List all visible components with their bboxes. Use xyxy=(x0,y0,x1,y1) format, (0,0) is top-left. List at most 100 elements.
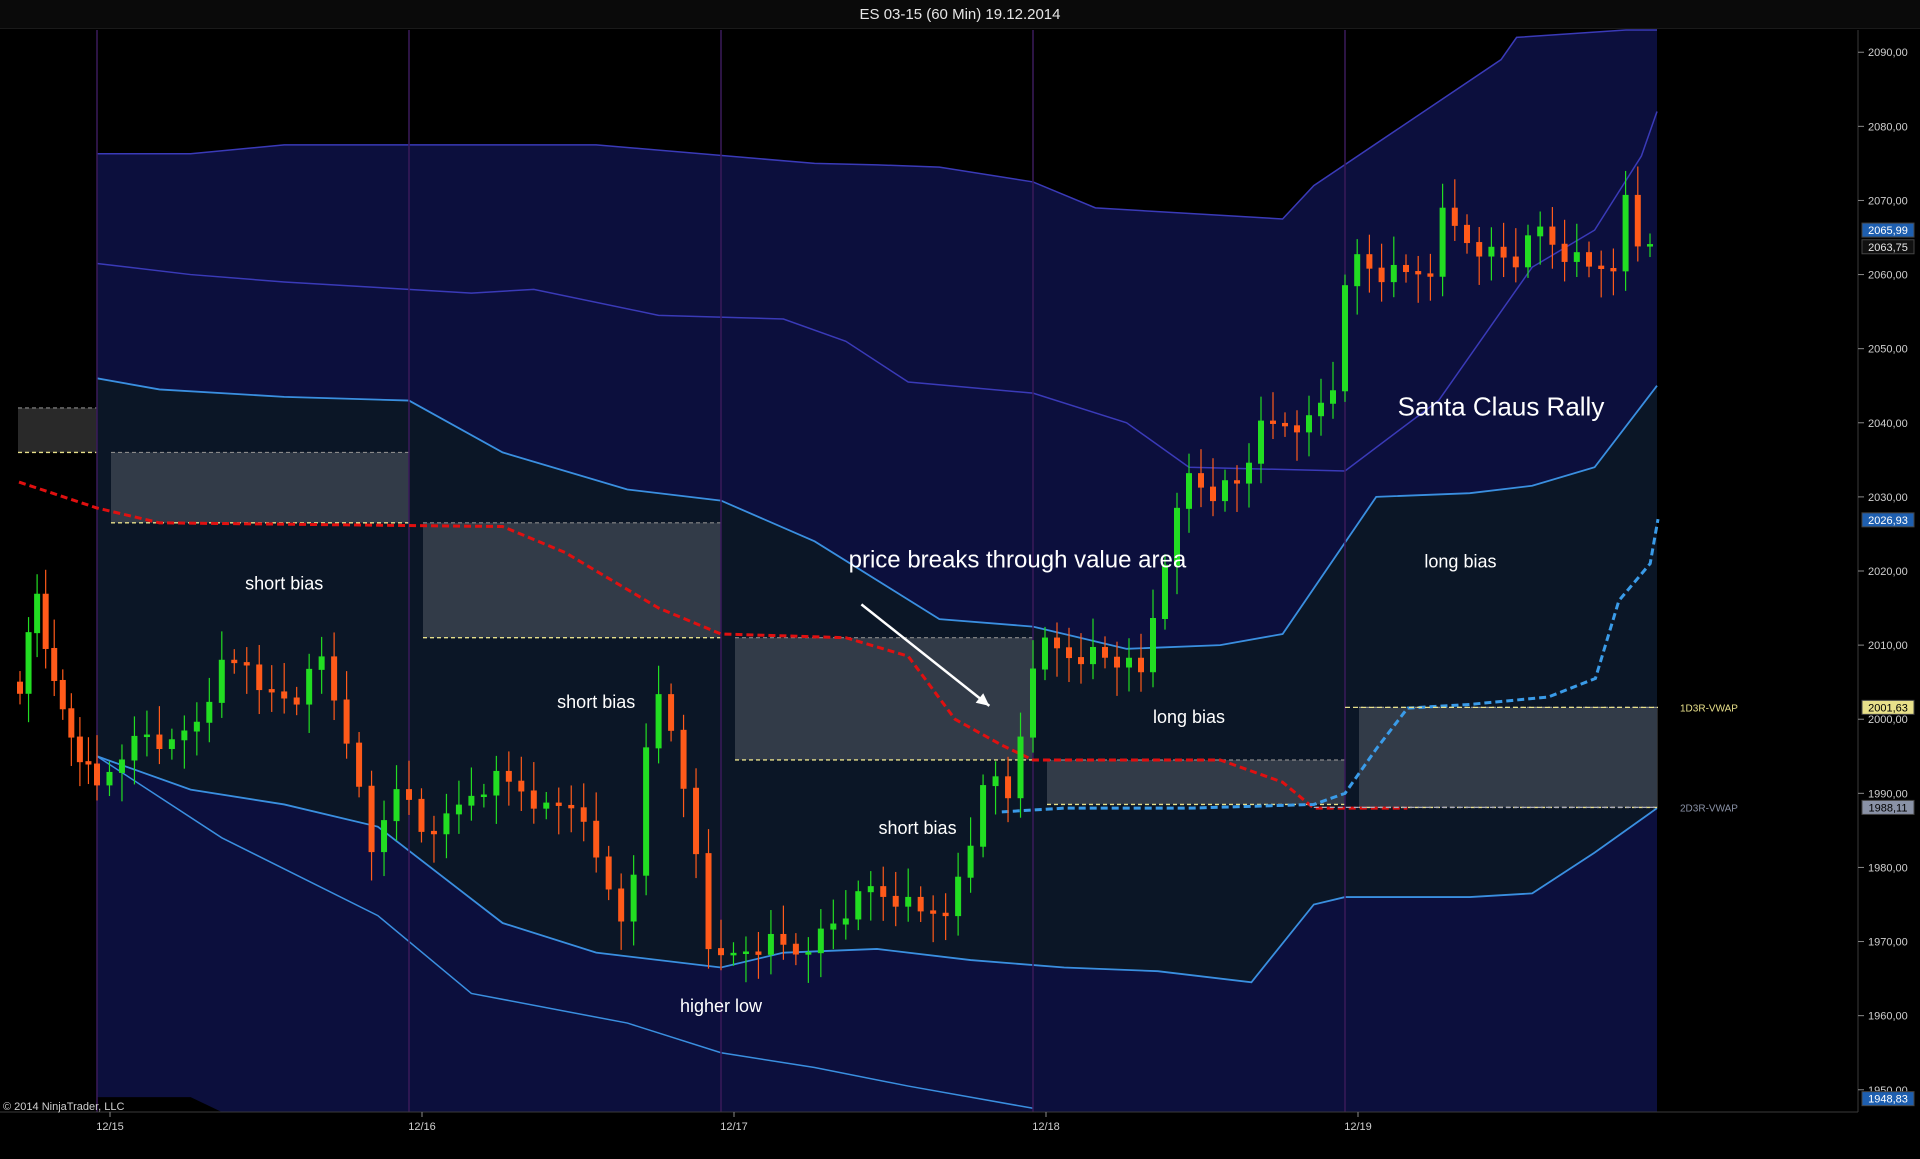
candle-body xyxy=(1066,647,1072,659)
price-tick-label: 1960,00 xyxy=(1868,1011,1908,1023)
price-marker-label: 1988,11 xyxy=(1869,802,1908,814)
down-candle[interactable] xyxy=(85,737,92,785)
down-candle[interactable] xyxy=(68,693,75,766)
down-candle[interactable] xyxy=(42,569,49,669)
candle-body xyxy=(680,729,687,789)
chart-annotation: long bias xyxy=(1153,707,1225,727)
price-chart[interactable]: short bias short bias short bias higher low… xyxy=(0,0,1920,1159)
candle-body xyxy=(106,771,113,786)
price-axis[interactable]: 2090,00 2080,00 2070,00 2060,00 2050,00 2040,… xyxy=(1680,30,1915,1112)
chart-annotation: short bias xyxy=(879,818,957,838)
candle-body xyxy=(381,820,388,853)
down-candle[interactable] xyxy=(51,619,58,697)
candle-body xyxy=(1500,246,1507,258)
candle-body xyxy=(1030,668,1036,738)
candle-body xyxy=(1586,252,1592,267)
chart-annotation: price breaks through value area xyxy=(849,546,1187,573)
candle-body xyxy=(1427,273,1434,277)
price-tick-label: 2030,00 xyxy=(1868,492,1908,504)
candle-body xyxy=(256,664,263,691)
price-tick-label: 2020,00 xyxy=(1868,566,1908,578)
candle-body xyxy=(480,794,487,798)
candle-body xyxy=(118,759,125,773)
candle-body xyxy=(206,701,213,723)
chart-annotation: short bias xyxy=(245,574,323,594)
copyright-notice: © 2014 NinjaTrader, LLC xyxy=(3,1101,125,1113)
candle-body xyxy=(1573,252,1580,262)
chart-annotation: short bias xyxy=(557,692,635,712)
candle-body xyxy=(1378,267,1385,283)
candle-body xyxy=(1634,194,1641,247)
candle-body xyxy=(1186,473,1192,509)
candle-body xyxy=(630,874,637,922)
price-marker-label: 1948,83 xyxy=(1868,1094,1908,1106)
candle-body xyxy=(1525,235,1531,268)
candle-body xyxy=(1078,657,1084,665)
down-candle[interactable] xyxy=(17,671,23,705)
candle-body xyxy=(880,886,887,897)
time-tick-label: 12/18 xyxy=(1032,1121,1060,1133)
candle-body xyxy=(718,948,724,956)
reference-line-label: 2D3R-VWAP xyxy=(1680,803,1738,814)
candle-body xyxy=(1270,420,1276,424)
up-candle[interactable] xyxy=(25,617,32,723)
candle-body xyxy=(967,845,974,878)
down-candle[interactable] xyxy=(59,669,66,720)
price-marker: 2065,99 xyxy=(1861,222,1915,238)
down-candle[interactable] xyxy=(76,717,83,787)
candle-body xyxy=(905,896,912,907)
candle-body xyxy=(1126,657,1132,668)
candle-body xyxy=(94,763,100,786)
price-tick-label: 2040,00 xyxy=(1868,418,1908,430)
candle-body xyxy=(1354,254,1361,287)
up-candle[interactable] xyxy=(980,774,987,858)
candle-body xyxy=(331,656,338,701)
candle-body xyxy=(1054,637,1060,649)
candle-body xyxy=(1390,264,1397,283)
candle-body xyxy=(418,798,425,832)
candle-body xyxy=(318,656,325,670)
candle-body xyxy=(892,895,899,907)
candle-body xyxy=(76,736,83,763)
candle-body xyxy=(980,785,987,847)
price-marker-label: 2001,63 xyxy=(1868,702,1908,714)
candle-body xyxy=(406,789,412,800)
up-candle[interactable] xyxy=(1342,274,1348,402)
candle-body xyxy=(930,910,937,914)
time-axis[interactable]: 12/15 12/16 12/17 12/18 12/19 xyxy=(0,1111,1858,1133)
up-candle[interactable] xyxy=(34,574,41,658)
candle-body xyxy=(505,770,512,782)
price-marker: 2063,75 xyxy=(1861,239,1915,255)
candle-body xyxy=(1258,420,1264,464)
candle-body xyxy=(1114,656,1120,668)
candle-body xyxy=(643,747,650,876)
candle-body xyxy=(817,928,824,954)
candle-body xyxy=(1598,265,1605,269)
time-tick-label: 12/16 xyxy=(408,1121,436,1133)
candle-body xyxy=(443,813,450,835)
candle-body xyxy=(780,933,787,945)
price-marker-label: 2063,75 xyxy=(1868,242,1908,254)
time-tick-label: 12/15 xyxy=(96,1121,124,1133)
candle-body xyxy=(34,593,41,634)
candle-body xyxy=(705,853,712,950)
candle-body xyxy=(59,679,66,710)
candle-body xyxy=(1198,473,1204,488)
candle-body xyxy=(143,734,150,738)
candle-body xyxy=(1366,254,1373,269)
time-tick-label: 12/19 xyxy=(1344,1121,1372,1133)
candle-body xyxy=(1222,480,1228,502)
value-area-box xyxy=(111,452,409,523)
candle-body xyxy=(1306,415,1312,433)
candle-body xyxy=(85,761,92,765)
candle-body xyxy=(306,668,313,705)
candle-body xyxy=(181,730,188,741)
up-candle[interactable] xyxy=(643,723,650,896)
candle-body xyxy=(1561,243,1568,262)
price-tick-label: 2080,00 xyxy=(1868,121,1908,133)
candle-body xyxy=(1090,646,1096,665)
candle-body xyxy=(1464,224,1470,244)
candle-body xyxy=(455,804,462,815)
value-area-box xyxy=(735,637,1033,760)
candle-body xyxy=(343,699,350,744)
